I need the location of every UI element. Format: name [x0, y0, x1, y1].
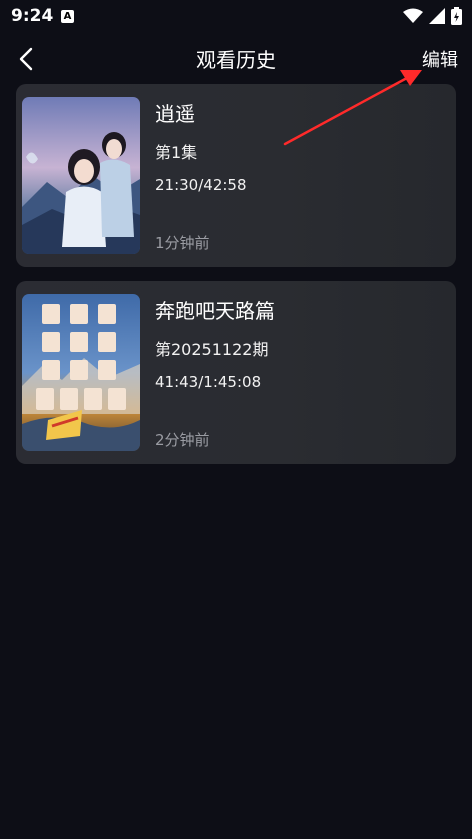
history-list: 逍遥 第1集 21:30/42:58 1分钟前 奔跑吧天路篇 第20251122… — [16, 84, 456, 478]
status-bar: 9:24 A — [0, 0, 472, 34]
wifi-icon — [403, 8, 423, 23]
item-title: 奔跑吧天路篇 — [155, 299, 275, 323]
system-icons — [403, 6, 462, 26]
a-letter-icon: A — [61, 10, 74, 23]
item-title: 逍遥 — [155, 102, 195, 126]
header: 观看历史 编辑 — [0, 34, 472, 82]
page-title: 观看历史 — [196, 48, 276, 72]
battery-icon — [451, 7, 462, 25]
history-item[interactable]: 逍遥 第1集 21:30/42:58 1分钟前 — [16, 84, 456, 267]
item-episode: 第1集 — [155, 143, 198, 162]
edit-button[interactable]: 编辑 — [422, 46, 458, 72]
history-item[interactable]: 奔跑吧天路篇 第20251122期 41:43/1:45:08 2分钟前 — [16, 281, 456, 464]
poster-xiaoyao-thumbnail — [22, 97, 140, 254]
status-time: 9:24 — [11, 6, 54, 26]
item-time-ago: 2分钟前 — [155, 431, 210, 449]
item-progress: 21:30/42:58 — [155, 176, 247, 194]
item-episode: 第20251122期 — [155, 340, 269, 359]
item-time-ago: 1分钟前 — [155, 234, 210, 252]
poster-running-man-thumbnail — [22, 294, 140, 451]
signal-icon — [429, 8, 445, 24]
item-progress: 41:43/1:45:08 — [155, 373, 262, 391]
